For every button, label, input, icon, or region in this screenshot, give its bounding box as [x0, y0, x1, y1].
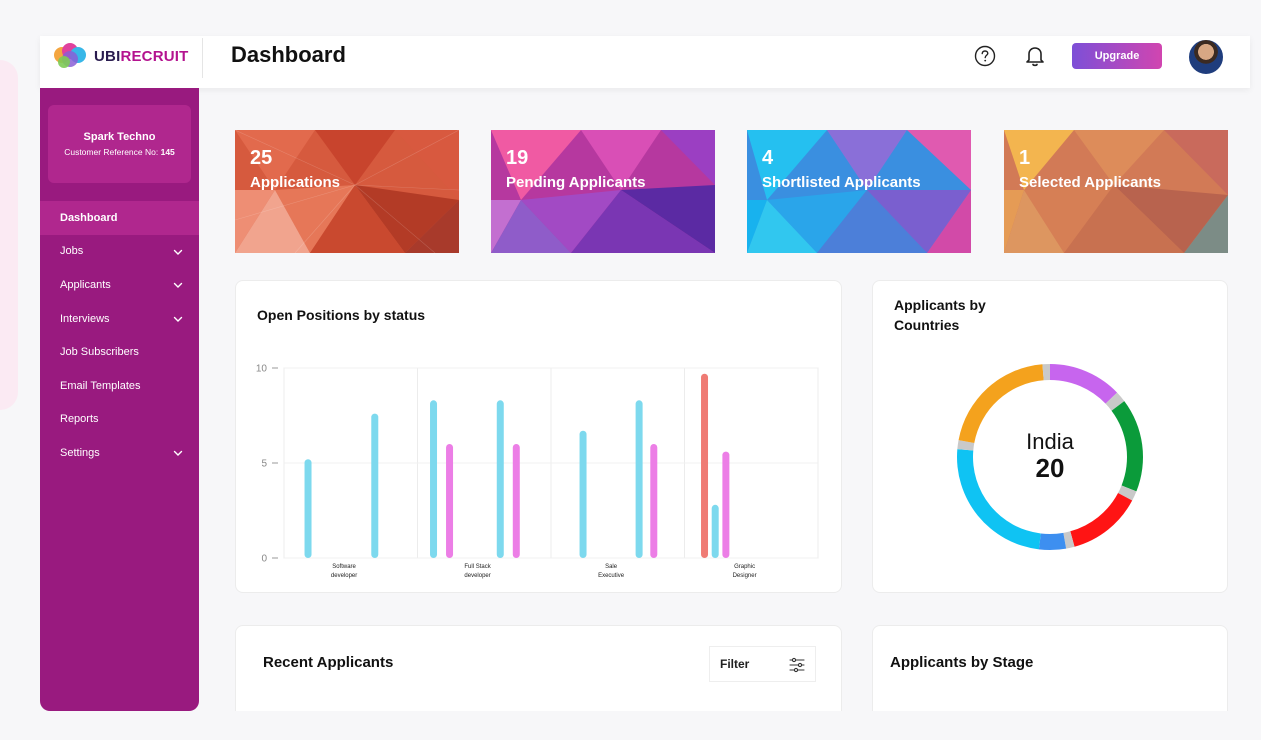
pending-label: Pending Applicants: [506, 174, 646, 191]
dashboard-page: UBIRECRUIT Dashboard Upgrade Spark Techn…: [0, 0, 1261, 740]
bar: [701, 373, 709, 558]
card-background: [1004, 130, 1228, 253]
filter-label: Filter: [720, 657, 750, 671]
bar: [722, 451, 730, 558]
x-category-label: Graphic: [734, 564, 755, 570]
donut-center-country: India: [1026, 429, 1074, 454]
x-category-label: Full Stack: [464, 564, 491, 570]
sidebar-item-job-subscribers[interactable]: Job Subscribers: [40, 335, 199, 369]
bar: [650, 444, 658, 558]
donut-slice[interactable]: [1038, 532, 1067, 550]
user-avatar[interactable]: [1187, 38, 1225, 76]
sidebar-item-jobs[interactable]: Jobs: [40, 235, 199, 269]
stat-card-pending[interactable]: 19 Pending Applicants: [491, 130, 715, 253]
header-divider: [202, 38, 203, 78]
bottom-edge: [0, 711, 1261, 740]
sidebar: Spark Techno Customer Reference No: 145 …: [40, 88, 199, 711]
bar: [711, 504, 719, 558]
pending-count: 19: [506, 147, 529, 169]
sidebar-item-label: Applicants: [60, 278, 111, 291]
x-category-label: developer: [464, 573, 490, 579]
bar: [496, 400, 504, 558]
shortlisted-count: 4: [762, 147, 774, 169]
applicants-by-stage-title: Applicants by Stage: [890, 654, 1034, 671]
shortlisted-label: Shortlisted Applicants: [762, 174, 921, 191]
countries-panel: Applicants by Countries India 20: [872, 280, 1228, 593]
sidebar-item-settings[interactable]: Settings: [40, 436, 199, 470]
filter-sliders-icon: [789, 657, 805, 673]
sidebar-item-label: Job Subscribers: [60, 346, 139, 359]
donut-slice[interactable]: [1042, 364, 1050, 381]
open-positions-chart: 0 5 10 Software developer Full Stack developer…: [256, 364, 819, 579]
x-category-label: Executive: [598, 573, 625, 579]
logo-balloons-icon: [54, 43, 86, 68]
x-category-label: Software: [332, 564, 356, 570]
app-logo[interactable]: UBIRECRUIT: [52, 40, 202, 72]
bar: [371, 413, 379, 558]
company-name: Spark Techno: [83, 131, 156, 143]
bar: [430, 400, 438, 558]
recent-applicants-title: Recent Applicants: [263, 654, 394, 671]
bar: [446, 444, 454, 558]
applications-count: 25: [250, 147, 273, 169]
sidebar-item-email-templates[interactable]: Email Templates: [40, 369, 199, 403]
sidebar-item-label: Dashboard: [60, 211, 118, 224]
bar: [512, 444, 520, 558]
x-category-label: Sale: [605, 564, 618, 570]
filter-button[interactable]: Filter: [709, 646, 816, 682]
bar: [579, 430, 587, 558]
x-category-label: developer: [331, 573, 357, 579]
chevron-down-icon[interactable]: [173, 448, 183, 458]
sidebar-item-reports[interactable]: Reports: [40, 403, 199, 437]
y-tick-label: 0: [261, 554, 267, 565]
sidebar-item-dashboard[interactable]: Dashboard: [40, 201, 199, 235]
chevron-down-icon[interactable]: [173, 314, 183, 324]
logo-text: UBIRECRUIT: [94, 47, 189, 65]
x-category-label: Designer: [733, 573, 757, 579]
selected-label: Selected Applicants: [1019, 174, 1161, 191]
page-title: Dashboard: [231, 42, 346, 67]
y-tick-label: 10: [256, 364, 268, 375]
top-header: UBIRECRUIT Dashboard Upgrade: [40, 36, 1250, 88]
sidebar-item-applicants[interactable]: Applicants: [40, 268, 199, 302]
donut-slice[interactable]: [1070, 493, 1133, 547]
company-card: Spark Techno Customer Reference No: 145: [48, 105, 191, 183]
sidebar-nav: Dashboard Jobs Applicants Interviews Job Sub…: [40, 201, 199, 470]
donut-center-count: 20: [1035, 453, 1065, 483]
sidebar-item-label: Reports: [60, 413, 99, 426]
background-decoration: [0, 60, 18, 410]
chevron-down-icon[interactable]: [173, 280, 183, 290]
notification-bell-icon[interactable]: [1024, 44, 1046, 68]
sidebar-item-label: Jobs: [60, 245, 84, 258]
donut-slice[interactable]: [1050, 364, 1118, 404]
selected-count: 1: [1019, 147, 1031, 169]
bar: [304, 459, 312, 558]
applications-label: Applications: [250, 174, 341, 191]
y-tick-label: 5: [261, 459, 267, 470]
open-positions-panel: Open Positions by status 0 5 10 Software dev…: [235, 280, 842, 593]
customer-reference: Customer Reference No: 145: [64, 147, 175, 157]
sidebar-item-label: Interviews: [60, 312, 110, 325]
upgrade-button[interactable]: Upgrade: [1072, 43, 1162, 69]
help-icon[interactable]: [974, 45, 996, 67]
sidebar-item-label: Email Templates: [60, 379, 141, 392]
card-background: [747, 130, 971, 253]
stat-card-applications[interactable]: 25 Applications: [235, 130, 459, 253]
stat-card-selected[interactable]: 1 Selected Applicants: [1004, 130, 1228, 253]
chevron-down-icon[interactable]: [173, 247, 183, 257]
sidebar-item-interviews[interactable]: Interviews: [40, 302, 199, 336]
stat-card-shortlisted[interactable]: 4 Shortlisted Applicants: [747, 130, 971, 253]
sidebar-item-label: Settings: [60, 446, 100, 459]
bar: [635, 400, 643, 558]
